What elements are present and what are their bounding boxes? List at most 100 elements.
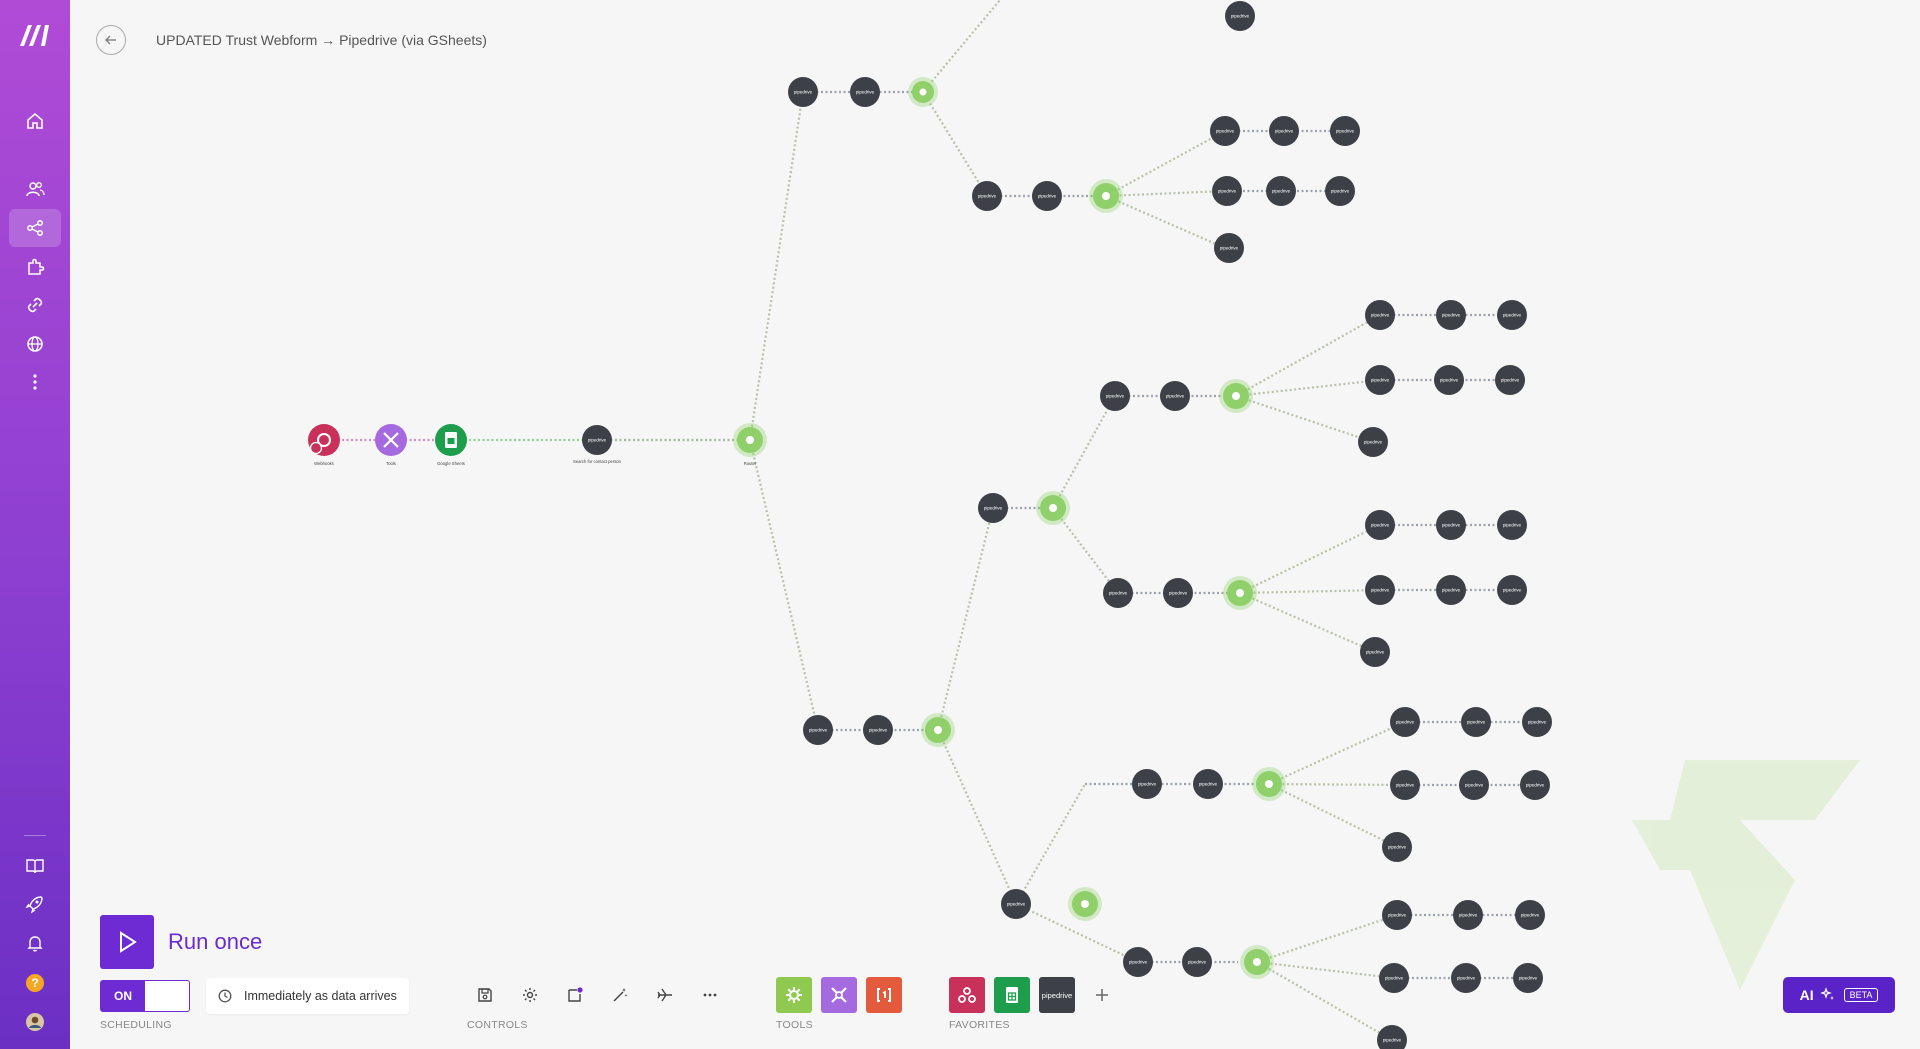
sidebar-item-docs[interactable] (9, 847, 61, 885)
node-pipedrive[interactable] (582, 425, 612, 455)
node-pipedrive[interactable] (1132, 769, 1162, 799)
node-router[interactable] (1252, 767, 1286, 801)
schedule-settings[interactable]: Immediately as data arrives (206, 978, 409, 1014)
node-pipedrive[interactable] (1522, 707, 1552, 737)
tools-gear-button[interactable] (776, 977, 812, 1013)
node-pipedrive[interactable] (1358, 427, 1388, 457)
explain-flow-button[interactable] (647, 977, 683, 1013)
node-pipedrive[interactable] (1212, 176, 1242, 206)
node-pipedrive[interactable] (1193, 769, 1223, 799)
node-pipedrive[interactable] (1360, 637, 1390, 667)
run-once-label[interactable]: Run once (168, 929, 262, 955)
gear-icon (786, 987, 802, 1003)
node-pipedrive[interactable] (1451, 963, 1481, 993)
node-pipedrive[interactable] (1461, 707, 1491, 737)
node-pipedrive[interactable] (1214, 233, 1244, 263)
sidebar-item-home[interactable] (9, 102, 61, 140)
node-router[interactable] (1240, 945, 1274, 979)
node-pipedrive[interactable] (1123, 947, 1153, 977)
text-parser-button[interactable] (866, 977, 902, 1013)
flow-control-button[interactable] (821, 977, 857, 1013)
node-router[interactable] (1223, 576, 1257, 610)
sidebar-item-apps[interactable] (9, 248, 61, 286)
add-favorite-button[interactable] (1084, 977, 1120, 1013)
sidebar-item-notifications[interactable] (9, 924, 61, 962)
node-pipedrive[interactable] (1379, 963, 1409, 993)
scenario-settings-button[interactable] (512, 977, 548, 1013)
node-pipedrive[interactable] (1269, 116, 1299, 146)
node-pipedrive[interactable] (1497, 300, 1527, 330)
scenario-canvas[interactable]: pipedrive (70, 0, 1920, 1049)
node-pipedrive[interactable] (1225, 1, 1255, 31)
node-pipedrive[interactable] (1365, 300, 1395, 330)
sidebar-item-launch[interactable] (9, 885, 61, 923)
sidebar-item-webhooks[interactable] (9, 325, 61, 363)
node-pipedrive[interactable] (1100, 381, 1130, 411)
sidebar-item-team[interactable] (9, 170, 61, 208)
run-once-button[interactable] (100, 915, 154, 969)
scheduling-toggle[interactable]: ON (100, 980, 190, 1012)
node-pipedrive[interactable] (1382, 900, 1412, 930)
favorite-pipedrive[interactable]: pipedrive (1039, 977, 1075, 1013)
node-pipedrive[interactable] (1266, 176, 1296, 206)
node-pipedrive[interactable] (1330, 116, 1360, 146)
node-pipedrive[interactable] (1436, 575, 1466, 605)
toggle-on-label: ON (101, 981, 145, 1011)
node-pipedrive[interactable] (1103, 578, 1133, 608)
node-pipedrive[interactable] (1210, 116, 1240, 146)
node-pipedrive[interactable] (1160, 381, 1190, 411)
node-pipedrive[interactable] (863, 715, 893, 745)
node-pipedrive[interactable] (1001, 889, 1031, 919)
node-pipedrive[interactable] (1390, 707, 1420, 737)
node-pipedrive[interactable] (972, 181, 1002, 211)
node-pipedrive[interactable] (1520, 770, 1550, 800)
node-pipedrive[interactable] (803, 715, 833, 745)
node-google-sheets[interactable] (435, 424, 467, 456)
node-router[interactable] (908, 77, 938, 107)
node-pipedrive[interactable] (1453, 900, 1483, 930)
sidebar-item-more[interactable] (9, 363, 61, 401)
sidebar-item-scenarios[interactable] (9, 209, 61, 247)
node-pipedrive[interactable] (1163, 578, 1193, 608)
node-pipedrive[interactable] (1325, 176, 1355, 206)
node-pipedrive[interactable] (1436, 510, 1466, 540)
node-router[interactable] (733, 423, 767, 457)
ai-assistant-button[interactable]: AI BETA (1783, 977, 1895, 1013)
node-pipedrive[interactable] (1497, 575, 1527, 605)
more-controls-button[interactable] (692, 977, 728, 1013)
node-pipedrive[interactable] (978, 493, 1008, 523)
save-button[interactable] (467, 977, 503, 1013)
favorite-webhooks[interactable] (949, 977, 985, 1013)
node-router[interactable] (921, 713, 955, 747)
node-router[interactable] (1036, 491, 1070, 525)
node-pipedrive[interactable] (1495, 365, 1525, 395)
make-logo[interactable] (18, 22, 52, 48)
node-tools[interactable] (375, 424, 407, 456)
node-pipedrive[interactable] (1390, 770, 1420, 800)
node-pipedrive[interactable] (1434, 365, 1464, 395)
sidebar-item-connections[interactable] (9, 286, 61, 324)
node-pipedrive[interactable] (1182, 947, 1212, 977)
node-pipedrive[interactable] (1365, 510, 1395, 540)
node-pipedrive[interactable] (1515, 900, 1545, 930)
node-webhooks[interactable] (308, 424, 340, 456)
node-pipedrive[interactable] (788, 77, 818, 107)
node-pipedrive[interactable] (1436, 300, 1466, 330)
node-pipedrive[interactable] (1382, 832, 1412, 862)
node-router[interactable] (1089, 179, 1123, 213)
node-pipedrive[interactable] (1377, 1025, 1407, 1049)
node-pipedrive[interactable] (1365, 365, 1395, 395)
favorite-google-sheets[interactable] (994, 977, 1030, 1013)
node-pipedrive[interactable] (1459, 770, 1489, 800)
node-pipedrive[interactable] (1497, 510, 1527, 540)
sidebar-item-profile[interactable] (9, 1003, 61, 1041)
auto-align-button[interactable] (602, 977, 638, 1013)
notes-button[interactable] (557, 977, 593, 1013)
node-pipedrive[interactable] (850, 77, 880, 107)
node-router[interactable] (1219, 379, 1253, 413)
node-pipedrive[interactable] (1032, 181, 1062, 211)
sidebar-item-help[interactable]: ? (9, 964, 61, 1002)
node-pipedrive[interactable] (1513, 963, 1543, 993)
node-pipedrive[interactable] (1365, 575, 1395, 605)
node-router[interactable] (1068, 887, 1102, 921)
